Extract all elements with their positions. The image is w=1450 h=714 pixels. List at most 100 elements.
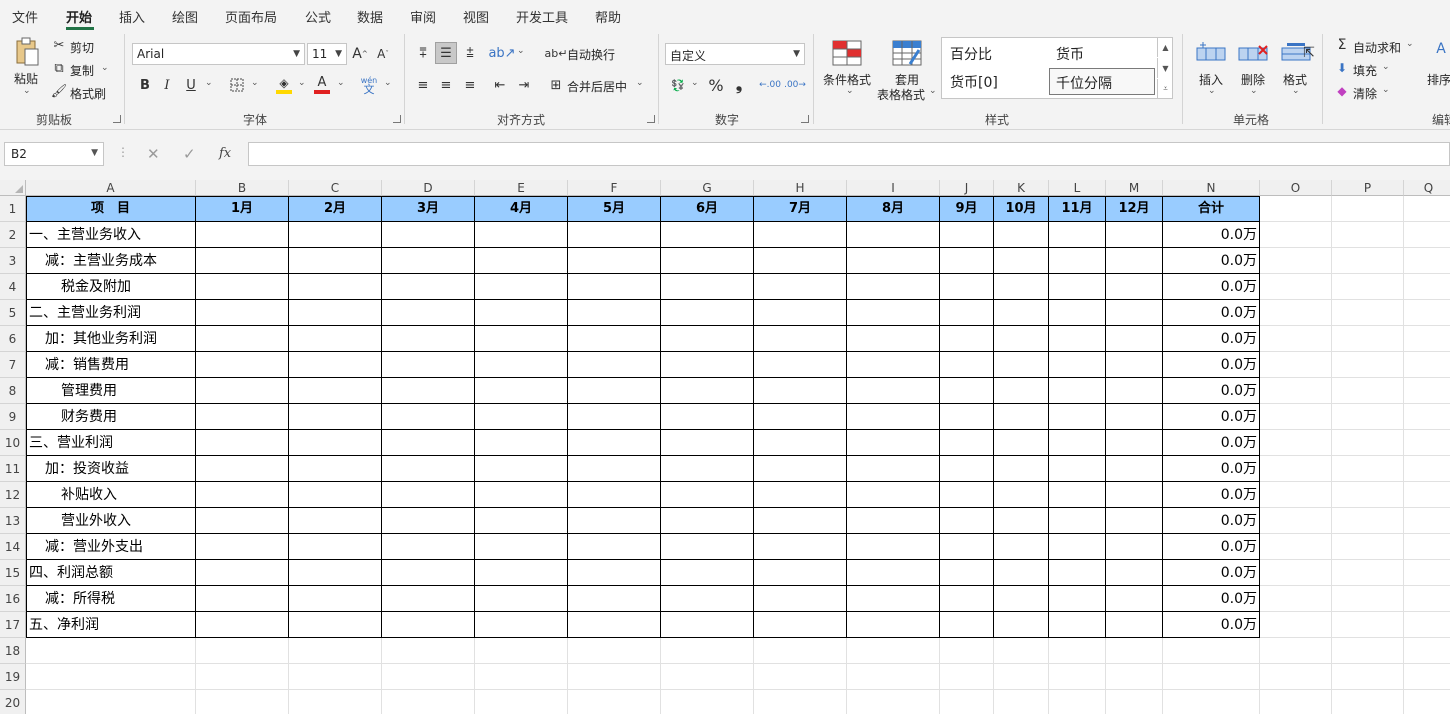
row-header-13[interactable]: 13 xyxy=(0,508,26,534)
paste-icon[interactable] xyxy=(12,36,42,68)
table-header-cell[interactable]: 11月 xyxy=(1049,196,1106,222)
phonetic-guide-icon[interactable]: wén 文 xyxy=(359,74,379,96)
row-header-11[interactable]: 11 xyxy=(0,456,26,482)
total-value-cell[interactable]: 0.0万 xyxy=(1163,482,1257,508)
clear-dropdown-icon[interactable]: ⌄ xyxy=(1382,85,1390,95)
menu-tab-0[interactable]: 文件 xyxy=(12,7,38,26)
italic-button[interactable]: I xyxy=(159,75,175,95)
orientation-icon[interactable]: ab↗ xyxy=(488,43,515,63)
column-header-K[interactable]: K xyxy=(994,180,1049,196)
accounting-dropdown-icon[interactable]: ⌄ xyxy=(691,78,699,88)
align-bottom-icon[interactable]: ⩲ xyxy=(460,43,480,63)
fill-color-icon[interactable]: ◈ xyxy=(275,74,293,96)
column-header-G[interactable]: G xyxy=(661,180,754,196)
total-value-cell[interactable]: 0.0万 xyxy=(1163,430,1257,456)
menu-tab-10[interactable]: 帮助 xyxy=(595,7,621,26)
table-header-cell[interactable]: 项 目 xyxy=(26,196,196,222)
sort-filter-icon[interactable]: A xyxy=(1432,38,1450,60)
row-header-9[interactable]: 9 xyxy=(0,404,26,430)
menu-tab-9[interactable]: 开发工具 xyxy=(516,7,568,26)
name-box[interactable]: B2 ▼ xyxy=(4,142,104,166)
font-color-icon[interactable]: A xyxy=(313,74,331,96)
fill-color-dropdown-icon[interactable]: ⌄ xyxy=(298,78,306,88)
column-header-N[interactable]: N xyxy=(1163,180,1260,196)
item-label-cell[interactable]: 减：所得税 xyxy=(45,586,115,612)
font-name-dropdown[interactable]: Arial ▼ xyxy=(132,43,305,65)
insert-dropdown-icon[interactable]: ⌄ xyxy=(1208,86,1216,96)
row-header-3[interactable]: 3 xyxy=(0,248,26,274)
table-format-dropdown-icon[interactable]: ⌄ xyxy=(929,86,937,96)
autosum-button[interactable]: 自动求和 xyxy=(1353,39,1401,56)
table-header-cell[interactable]: 5月 xyxy=(568,196,661,222)
total-value-cell[interactable]: 0.0万 xyxy=(1163,404,1257,430)
formula-input[interactable] xyxy=(248,142,1450,166)
column-header-E[interactable]: E xyxy=(475,180,568,196)
menu-tab-6[interactable]: 数据 xyxy=(357,7,383,26)
select-all-corner[interactable] xyxy=(0,180,26,196)
total-value-cell[interactable]: 0.0万 xyxy=(1163,508,1257,534)
gallery-scroll-up-icon[interactable]: ▲ xyxy=(1157,37,1173,57)
row-header-6[interactable]: 6 xyxy=(0,326,26,352)
column-header-P[interactable]: P xyxy=(1332,180,1404,196)
menu-tab-7[interactable]: 审阅 xyxy=(410,7,436,26)
row-header-8[interactable]: 8 xyxy=(0,378,26,404)
menu-tab-8[interactable]: 视图 xyxy=(463,7,489,26)
table-header-cell[interactable]: 12月 xyxy=(1106,196,1163,222)
format-as-table-label[interactable]: 表格格式 xyxy=(877,86,925,103)
font-color-dropdown-icon[interactable]: ⌄ xyxy=(337,78,345,88)
autosum-dropdown-icon[interactable]: ⌄ xyxy=(1406,39,1414,49)
row-header-2[interactable]: 2 xyxy=(0,222,26,248)
font-size-dropdown[interactable]: 11 ▼ xyxy=(307,43,347,65)
accounting-format-icon[interactable]: 💱 xyxy=(668,75,688,95)
paste-button[interactable]: 粘贴 xyxy=(14,70,38,87)
table-header-cell[interactable]: 7月 xyxy=(754,196,847,222)
increase-indent-icon[interactable]: ⇥ xyxy=(514,75,534,95)
cell-styles-gallery[interactable]: 百分比 货币 货币[0] 千位分隔 xyxy=(941,37,1173,99)
table-header-cell[interactable]: 3月 xyxy=(382,196,475,222)
item-label-cell[interactable]: 减：主营业务成本 xyxy=(45,248,157,274)
align-right-icon[interactable]: ≡ xyxy=(460,75,480,95)
total-value-cell[interactable]: 0.0万 xyxy=(1163,326,1257,352)
gallery-more-icon[interactable]: ⩡ xyxy=(1157,79,1173,99)
align-center-icon[interactable]: ≡ xyxy=(436,75,456,95)
item-label-cell[interactable]: 一、主营业务收入 xyxy=(29,222,141,248)
menu-tab-5[interactable]: 公式 xyxy=(305,7,331,26)
total-value-cell[interactable]: 0.0万 xyxy=(1163,534,1257,560)
column-header-Q[interactable]: Q xyxy=(1404,180,1450,196)
insert-function-icon[interactable]: fx xyxy=(219,146,231,161)
column-header-J[interactable]: J xyxy=(940,180,994,196)
underline-button[interactable]: U xyxy=(183,75,199,95)
border-dropdown-icon[interactable]: ⌄ xyxy=(251,78,259,88)
align-middle-icon[interactable]: ☰ xyxy=(435,42,457,64)
cut-button[interactable]: 剪切 xyxy=(70,39,94,56)
total-value-cell[interactable]: 0.0万 xyxy=(1163,456,1257,482)
row-header-18[interactable]: 18 xyxy=(0,638,26,664)
align-left-icon[interactable]: ≡ xyxy=(413,75,433,95)
copy-dropdown-icon[interactable]: ⌄ xyxy=(101,63,109,73)
column-header-D[interactable]: D xyxy=(382,180,475,196)
orientation-dropdown-icon[interactable]: ⌄ xyxy=(517,46,525,56)
table-header-cell[interactable]: 10月 xyxy=(994,196,1049,222)
item-label-cell[interactable]: 财务费用 xyxy=(61,404,117,430)
font-launcher-icon[interactable] xyxy=(393,115,401,123)
item-label-cell[interactable]: 加：投资收益 xyxy=(45,456,129,482)
conditional-dropdown-icon[interactable]: ⌄ xyxy=(846,86,854,96)
merge-dropdown-icon[interactable]: ⌄ xyxy=(636,78,644,88)
menu-tab-4[interactable]: 页面布局 xyxy=(225,7,277,26)
spreadsheet-grid[interactable]: A B C D E F G H I J K L M N O P Q 1 2 3 4 5 6 7 8 9 10 11 12 13 14 15 16… xyxy=(0,180,1450,714)
item-label-cell[interactable]: 二、主营业务利润 xyxy=(29,300,141,326)
number-launcher-icon[interactable] xyxy=(801,115,809,123)
fill-dropdown-icon[interactable]: ⌄ xyxy=(1382,62,1390,72)
row-header-12[interactable]: 12 xyxy=(0,482,26,508)
menu-tab-1[interactable]: 开始 xyxy=(66,7,92,26)
item-label-cell[interactable]: 三、营业利润 xyxy=(29,430,113,456)
column-header-H[interactable]: H xyxy=(754,180,847,196)
table-header-cell[interactable]: 8月 xyxy=(847,196,940,222)
item-label-cell[interactable]: 四、利润总额 xyxy=(29,560,113,586)
phonetic-dropdown-icon[interactable]: ⌄ xyxy=(384,78,392,88)
decrease-indent-icon[interactable]: ⇤ xyxy=(490,75,510,95)
total-value-cell[interactable]: 0.0万 xyxy=(1163,586,1257,612)
table-header-cell[interactable]: 1月 xyxy=(196,196,289,222)
column-header-A[interactable]: A xyxy=(26,180,196,196)
row-header-15[interactable]: 15 xyxy=(0,560,26,586)
